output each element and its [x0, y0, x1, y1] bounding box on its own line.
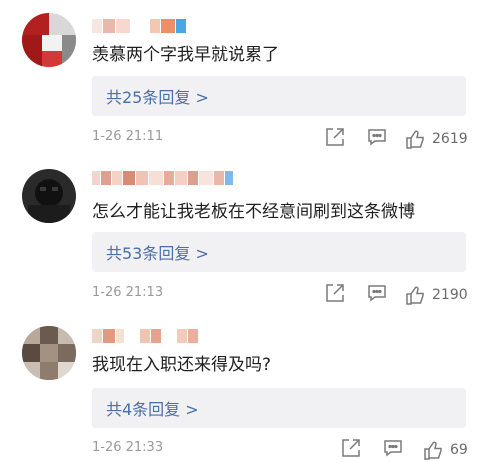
- comment-icon[interactable]: [382, 437, 404, 459]
- comment-meta: 1-26 21:13 2190: [92, 282, 472, 306]
- username-blurred[interactable]: [92, 328, 198, 344]
- comment-text: 羡慕两个字我早就说累了: [92, 45, 279, 65]
- comment-item: 我现在入职还来得及吗? 共4条回复 > 1-26 21:33 69: [0, 315, 488, 462]
- timestamp: 1-26 21:33: [92, 440, 164, 455]
- replies-button[interactable]: 共4条回复 >: [92, 388, 466, 428]
- username-blurred[interactable]: [92, 18, 186, 34]
- replies-label: 共4条回复 >: [106, 400, 199, 419]
- share-icon[interactable]: [340, 437, 362, 459]
- replies-button[interactable]: 共25条回复 >: [92, 76, 466, 116]
- like-button[interactable]: 2619: [404, 128, 468, 150]
- comment-meta: 1-26 21:33 69: [92, 437, 472, 461]
- share-icon[interactable]: [324, 126, 346, 148]
- avatar[interactable]: [22, 169, 76, 223]
- share-icon[interactable]: [324, 282, 346, 304]
- thumbs-up-icon: [406, 130, 424, 149]
- like-count: 2190: [432, 287, 468, 303]
- comment-item: 怎么才能让我老板在不经意间刷到这条微博 共53条回复 > 1-26 21:13 …: [0, 160, 488, 315]
- thumbs-up-icon: [424, 441, 442, 460]
- like-button[interactable]: 69: [422, 439, 468, 461]
- timestamp: 1-26 21:13: [92, 285, 164, 300]
- avatar[interactable]: [22, 326, 76, 380]
- comment-item: 羡慕两个字我早就说累了 共25条回复 > 1-26 21:11 2619: [0, 0, 488, 160]
- avatar[interactable]: [22, 13, 76, 67]
- replies-label: 共53条回复 >: [106, 244, 209, 263]
- like-count: 2619: [432, 131, 468, 147]
- comment-text: 怎么才能让我老板在不经意间刷到这条微博: [92, 202, 415, 222]
- comment-icon[interactable]: [366, 126, 388, 148]
- replies-button[interactable]: 共53条回复 >: [92, 232, 466, 272]
- comment-text: 我现在入职还来得及吗?: [92, 355, 272, 375]
- username-blurred[interactable]: [92, 170, 233, 186]
- like-count: 69: [450, 442, 468, 458]
- comment-icon[interactable]: [366, 282, 388, 304]
- like-button[interactable]: 2190: [404, 284, 468, 306]
- replies-label: 共25条回复 >: [106, 88, 209, 107]
- thumbs-up-icon: [406, 286, 424, 305]
- timestamp: 1-26 21:11: [92, 129, 164, 144]
- comment-meta: 1-26 21:11 2619: [92, 126, 472, 150]
